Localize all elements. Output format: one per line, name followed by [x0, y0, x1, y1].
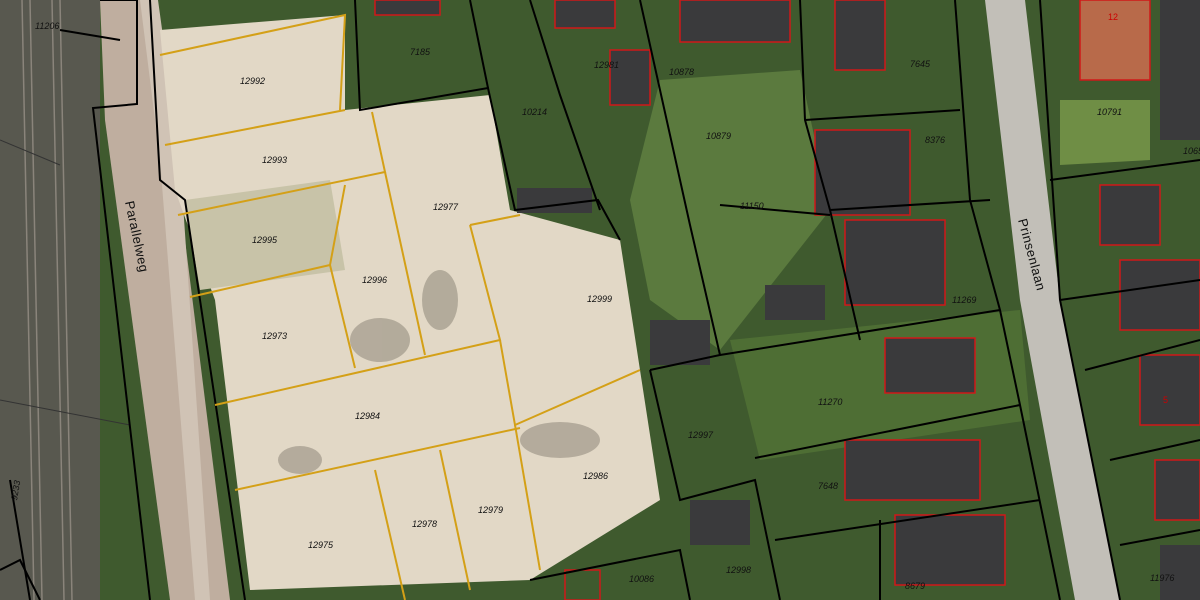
parcel-label-10879: 10879	[706, 131, 731, 141]
parcel-label-10791: 10791	[1097, 107, 1122, 117]
cadastral-map[interactable]: 11206 12992 7185 12993 12977 12995 12996…	[0, 0, 1200, 600]
parcel-label-12975: 12975	[308, 540, 334, 550]
parcel-label-1065: 1065	[1183, 146, 1200, 156]
parcel-label-12986: 12986	[583, 471, 608, 481]
parcel-label-11150: 11150	[740, 201, 764, 211]
parcel-label-12977: 12977	[433, 202, 459, 212]
parcel-label-12984: 12984	[355, 411, 380, 421]
parcel-label-7648: 7648	[818, 481, 838, 491]
parcel-label-12999: 12999	[587, 294, 612, 304]
parcel-label-11269: 11269	[952, 295, 976, 305]
parcel-label-12992: 12992	[240, 76, 265, 86]
parcel-label-12993: 12993	[262, 155, 287, 165]
parcel-label-8376: 8376	[925, 135, 945, 145]
house-number-12: 12	[1108, 12, 1118, 22]
aerial-map-canvas[interactable]: 11206 12992 7185 12993 12977 12995 12996…	[0, 0, 1200, 600]
parcel-label-12979: 12979	[478, 505, 503, 515]
parcel-label-12997: 12997	[688, 430, 714, 440]
parcel-label-10086: 10086	[629, 574, 654, 584]
parcel-label-7645: 7645	[910, 59, 931, 69]
parcel-label-7185: 7185	[410, 47, 431, 57]
parcel-label-12995: 12995	[252, 235, 278, 245]
parcel-label-12978: 12978	[412, 519, 437, 529]
parcel-label-8679: 8679	[905, 581, 925, 591]
parcel-label-12998: 12998	[726, 565, 751, 575]
parcel-label-10878: 10878	[669, 67, 694, 77]
parcel-label-11976: 11976	[1150, 573, 1174, 583]
parcel-label-12996: 12996	[362, 275, 387, 285]
parcel-label-11270: 11270	[818, 397, 842, 407]
parcel-label-12973: 12973	[262, 331, 287, 341]
parcel-label-11206: 11206	[35, 21, 59, 31]
parcel-label-12981: 12981	[594, 60, 619, 70]
house-number-5: 5	[1163, 395, 1168, 405]
parcel-label-10214: 10214	[522, 107, 547, 117]
